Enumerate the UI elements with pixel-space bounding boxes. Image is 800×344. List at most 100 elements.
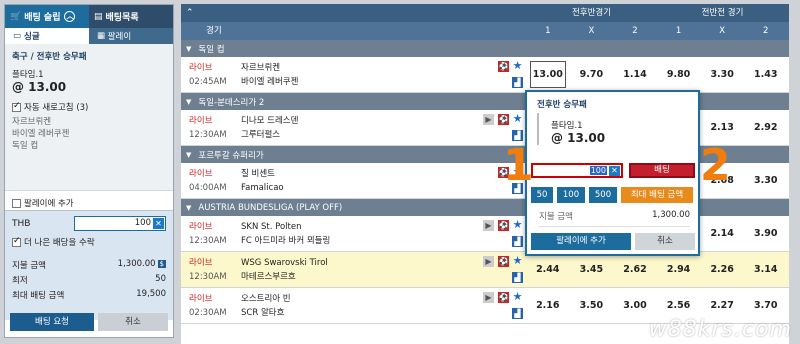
max-bet-button[interactable]: 최대 배팅 금액 [621,187,693,203]
parlay-icon: ▦ [97,31,108,41]
popup-stake-input[interactable]: 100 ✕ [531,163,623,178]
slip-league: 독일 컵 [12,141,39,151]
odds-cell[interactable]: 1.43 [744,57,788,92]
chip-50[interactable]: 50 [531,187,553,203]
popup-title: 전후반 승무패 [537,100,587,110]
min-value: 50 [155,274,166,284]
play-icon[interactable]: ▶ [483,220,494,231]
odds-cell[interactable]: 13.00 [526,57,570,92]
popup-pick: 플타임.1 [551,121,583,131]
list-icon: ▤ [94,11,103,22]
header-halftime: 전반전 경기 [701,8,744,18]
match-time: 12:30AM [189,272,227,282]
tab-parlay[interactable]: ▦ 팔레이 [89,28,173,44]
play-icon[interactable]: ▶ [483,256,494,267]
odds-cell[interactable]: 2.26 [700,252,744,287]
home-team: 오스트리아 빈 [241,294,291,304]
popup-add-parlay-button[interactable]: 팔레이에 추가 [531,233,631,250]
league-name: 포르투갈 슈퍼리가 [198,150,264,161]
col-ht-x: X [719,26,726,36]
popup-payout-value: 1,300.00 [652,210,690,220]
live-label: 라이브 [189,258,213,268]
star-icon[interactable]: ★ [512,291,523,302]
league-header[interactable]: ▼ 독일 컵 [181,40,789,57]
collapse-triangle-icon[interactable]: ▼ [186,45,191,53]
star-icon[interactable]: ★ [512,219,523,230]
star-icon[interactable]: ★ [512,255,523,266]
popup-cancel-button[interactable]: 취소 [635,233,695,250]
bet-request-button[interactable]: 배팅 요청 [10,313,94,331]
stats-icon[interactable]: ⚽ [498,220,509,231]
quick-bet-popup: 전후반 승무패 플타임.1 @ 13.00 100 ✕ 배팅 50 100 50… [525,90,700,256]
table-header-groups: ⌃ 전후반경기 전반전 경기 [181,4,789,22]
stats-icon[interactable]: ⚽ [498,292,509,303]
chip-500[interactable]: 500 [589,187,617,203]
star-icon[interactable]: ★ [512,60,523,71]
slip-cancel-button[interactable]: 취소 [98,313,168,331]
chart-icon[interactable]: ▟ [512,308,523,319]
collapse-triangle-icon[interactable]: ▼ [186,204,191,212]
betting-screen: 🛒 배팅 슬립 ︿ ▤ 배팅목록 ▭ 싱글 ▦ 팔레이 축구 / 전후반 승무패… [0,0,800,344]
checkbox-checked-icon [12,101,21,112]
tab-bet-slip[interactable]: 🛒 배팅 슬립 ︿ [5,5,89,28]
selection-title: 축구 / 전후반 승무패 [12,52,87,62]
stats-icon[interactable]: ⚽ [498,61,509,72]
clear-icon[interactable]: ✕ [153,218,164,229]
play-icon[interactable]: ▶ [483,292,494,303]
odds-cell[interactable]: 9.80 [657,57,701,92]
tab-bet-list-label: 배팅목록 [105,13,139,23]
odds-cell[interactable]: 3.30 [700,57,744,92]
stake-input[interactable]: 100 ✕ [74,216,166,231]
odds-cell[interactable]: 2.14 [700,216,744,251]
tab-single[interactable]: ▭ 싱글 [5,28,89,44]
watermark: w88krs.com [648,317,792,342]
collapse-icon[interactable]: ︿ [64,11,76,22]
payout-label: 지불 금액 [12,261,46,271]
selection-pick: 플타임.1 [12,70,44,80]
col-ht-2: 2 [763,26,769,36]
tab-bet-list[interactable]: ▤ 배팅목록 [89,5,173,28]
popup-payout-label: 지불 금액 [539,212,573,222]
tab-bet-slip-label: 배팅 슬립 [24,13,61,23]
play-icon[interactable]: ▶ [483,114,494,125]
clear-icon[interactable]: ✕ [609,166,620,176]
stats-icon[interactable]: ⚽ [498,114,509,125]
collapse-triangle-icon[interactable]: ▼ [186,151,191,159]
odds-cell[interactable]: 2.44 [526,252,570,287]
max-value: 19,500 [136,289,166,299]
league-name: AUSTRIA BUNDESLIGA (PLAY OFF) [198,202,343,213]
odds-cell[interactable]: 2.16 [526,288,570,323]
better-odds-label: 더 나은 배당을 수락 [24,238,95,248]
odds-cell[interactable]: 9.70 [570,57,614,92]
odds-cell[interactable]: 1.14 [613,57,657,92]
slip-selection: 축구 / 전후반 승무패 플타임.1 @ 13.00 자동 새로고침 (3) 자… [5,44,173,190]
stats-icon[interactable]: ⚽ [498,256,509,267]
odds-cell[interactable]: 2.62 [613,252,657,287]
star-icon[interactable]: ★ [512,113,523,124]
odds-cell[interactable]: 3.50 [570,288,614,323]
match-time: 02:30AM [189,308,227,318]
slip-actions: 배팅 요청 취소 [5,313,173,331]
odds-cell[interactable]: 3.90 [744,216,788,251]
odds-cell[interactable]: 2.92 [744,110,788,145]
chip-100[interactable]: 100 [557,187,585,203]
collapse-triangle-icon[interactable]: ▼ [186,98,191,106]
header-match: 경기 [206,26,222,36]
collapse-all-icon[interactable]: ⌃ [181,4,526,22]
selection-odds: @ 13.00 [12,80,67,94]
odds-cell[interactable]: 3.30 [744,163,788,198]
payout-value: 1,300.00 [117,259,156,269]
chart-icon[interactable]: ▟ [512,236,523,247]
odds-cell[interactable]: 3.14 [744,252,788,287]
chart-icon[interactable]: ▟ [512,272,523,283]
live-label: 라이브 [189,169,213,179]
odds-cell[interactable]: 3.45 [570,252,614,287]
odds-cell[interactable]: 2.94 [657,252,701,287]
bet-slip-panel: 🛒 배팅 슬립 ︿ ▤ 배팅목록 ▭ 싱글 ▦ 팔레이 축구 / 전후반 승무패… [4,4,174,338]
better-odds-checkbox[interactable]: 더 나은 배당을 수락 [12,236,166,248]
chart-icon[interactable]: ▟ [512,77,523,88]
slip-team-away: 바이엘 레버쿠젠 [12,129,70,139]
add-parlay-checkbox[interactable]: 팔레이에 추가 [5,190,173,210]
auto-refresh-checkbox[interactable]: 자동 새로고침 (3) [12,101,166,113]
popup-bet-button[interactable]: 배팅 [629,163,695,178]
